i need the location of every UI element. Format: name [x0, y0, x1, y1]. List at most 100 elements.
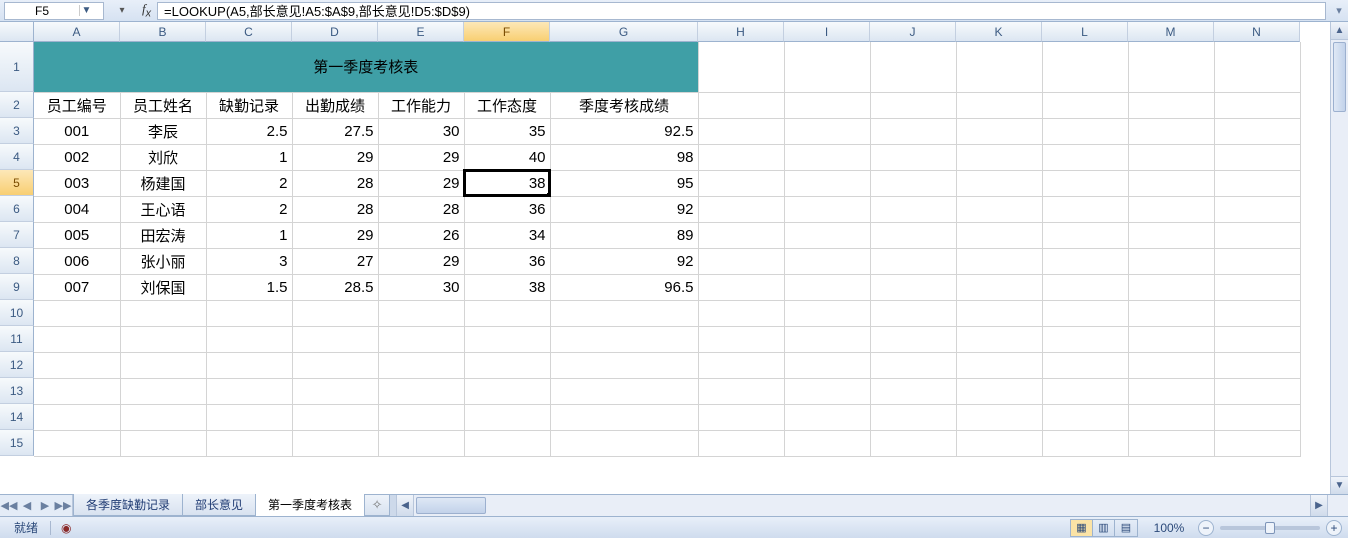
cell[interactable]	[292, 326, 378, 352]
cell-attitude[interactable]: 34	[464, 222, 550, 248]
cell[interactable]	[784, 404, 870, 430]
cell[interactable]	[1128, 326, 1214, 352]
cell[interactable]	[120, 326, 206, 352]
cell[interactable]	[870, 274, 956, 300]
cell-attend[interactable]: 29	[292, 222, 378, 248]
cell-name[interactable]: 王心语	[120, 196, 206, 222]
header-1[interactable]: 员工姓名	[120, 92, 206, 118]
cell-id[interactable]: 002	[34, 144, 120, 170]
cell-ability[interactable]: 29	[378, 144, 464, 170]
cell[interactable]	[1214, 326, 1300, 352]
cell[interactable]	[784, 300, 870, 326]
cell[interactable]	[698, 92, 784, 118]
column-header-M[interactable]: M	[1128, 22, 1214, 42]
cell-id[interactable]: 006	[34, 248, 120, 274]
row-header-9[interactable]: 9	[0, 274, 34, 300]
cell-attend[interactable]: 28	[292, 170, 378, 196]
row-header-11[interactable]: 11	[0, 326, 34, 352]
cell-attitude[interactable]: 40	[464, 144, 550, 170]
formula-input[interactable]: =LOOKUP(A5,部长意见!A5:$A$9,部长意见!D5:$D$9)	[157, 2, 1326, 20]
sheet-tab-2[interactable]: 第一季度考核表	[255, 494, 365, 516]
cell[interactable]	[784, 118, 870, 144]
name-box-dropdown-icon[interactable]: ▼	[79, 5, 93, 16]
row-header-14[interactable]: 14	[0, 404, 34, 430]
cell[interactable]	[378, 326, 464, 352]
vertical-scrollbar[interactable]: ▲ ▼	[1330, 22, 1348, 494]
cell[interactable]	[206, 430, 292, 456]
hscroll-track[interactable]	[414, 495, 1310, 516]
cell[interactable]	[1042, 118, 1128, 144]
cell[interactable]	[464, 326, 550, 352]
cell[interactable]	[956, 404, 1042, 430]
column-header-E[interactable]: E	[378, 22, 464, 42]
cell[interactable]	[784, 274, 870, 300]
cell[interactable]	[1214, 274, 1300, 300]
cell[interactable]	[956, 144, 1042, 170]
cell[interactable]	[292, 430, 378, 456]
cell[interactable]	[1214, 196, 1300, 222]
cell-name[interactable]: 刘欣	[120, 144, 206, 170]
header-4[interactable]: 工作能力	[378, 92, 464, 118]
cell[interactable]	[784, 170, 870, 196]
cell[interactable]	[464, 300, 550, 326]
cell[interactable]	[550, 430, 698, 456]
cell-id[interactable]: 001	[34, 118, 120, 144]
cell[interactable]	[550, 378, 698, 404]
cell[interactable]	[378, 352, 464, 378]
cell[interactable]	[464, 352, 550, 378]
cell[interactable]	[870, 404, 956, 430]
cell-id[interactable]: 003	[34, 170, 120, 196]
cell[interactable]	[120, 378, 206, 404]
cell[interactable]	[870, 144, 956, 170]
cell[interactable]	[1128, 248, 1214, 274]
tab-first-icon[interactable]: ◀◀	[0, 499, 18, 512]
cell-attitude[interactable]: 35	[464, 118, 550, 144]
cell[interactable]	[206, 326, 292, 352]
cell[interactable]	[870, 326, 956, 352]
name-box[interactable]: ▼	[4, 2, 104, 20]
cell-name[interactable]: 张小丽	[120, 248, 206, 274]
cell[interactable]	[34, 326, 120, 352]
cell[interactable]	[870, 378, 956, 404]
cell-score[interactable]: 92	[550, 196, 698, 222]
cell[interactable]	[698, 404, 784, 430]
cell[interactable]	[206, 378, 292, 404]
cell[interactable]	[1042, 170, 1128, 196]
header-5[interactable]: 工作态度	[464, 92, 550, 118]
row-header-4[interactable]: 4	[0, 144, 34, 170]
cell[interactable]	[784, 248, 870, 274]
zoom-slider-knob[interactable]	[1265, 522, 1275, 534]
cell[interactable]	[956, 274, 1042, 300]
cell[interactable]	[34, 300, 120, 326]
cell[interactable]	[784, 352, 870, 378]
cell[interactable]	[120, 404, 206, 430]
header-0[interactable]: 员工编号	[34, 92, 120, 118]
scroll-down-icon[interactable]: ▼	[1331, 476, 1348, 494]
cell[interactable]	[698, 170, 784, 196]
column-header-G[interactable]: G	[550, 22, 698, 42]
cell-score[interactable]: 96.5	[550, 274, 698, 300]
cell[interactable]	[784, 196, 870, 222]
formula-bar-expand-icon[interactable]: ▾	[1330, 4, 1348, 17]
column-header-D[interactable]: D	[292, 22, 378, 42]
row-header-10[interactable]: 10	[0, 300, 34, 326]
column-header-I[interactable]: I	[784, 22, 870, 42]
cell-attitude[interactable]: 38	[464, 274, 550, 300]
cell[interactable]	[1214, 300, 1300, 326]
cell[interactable]	[870, 196, 956, 222]
cell[interactable]	[956, 430, 1042, 456]
cell[interactable]	[956, 222, 1042, 248]
cell[interactable]	[464, 430, 550, 456]
cell[interactable]	[1214, 42, 1300, 92]
cell[interactable]	[1128, 196, 1214, 222]
cell-ability[interactable]: 29	[378, 248, 464, 274]
cell-score[interactable]: 92	[550, 248, 698, 274]
cell[interactable]	[1214, 170, 1300, 196]
tab-last-icon[interactable]: ▶▶	[54, 499, 72, 512]
column-header-A[interactable]: A	[34, 22, 120, 42]
cell[interactable]	[378, 430, 464, 456]
cell[interactable]	[956, 118, 1042, 144]
cell[interactable]	[1042, 42, 1128, 92]
row-header-13[interactable]: 13	[0, 378, 34, 404]
cell[interactable]	[870, 42, 956, 92]
